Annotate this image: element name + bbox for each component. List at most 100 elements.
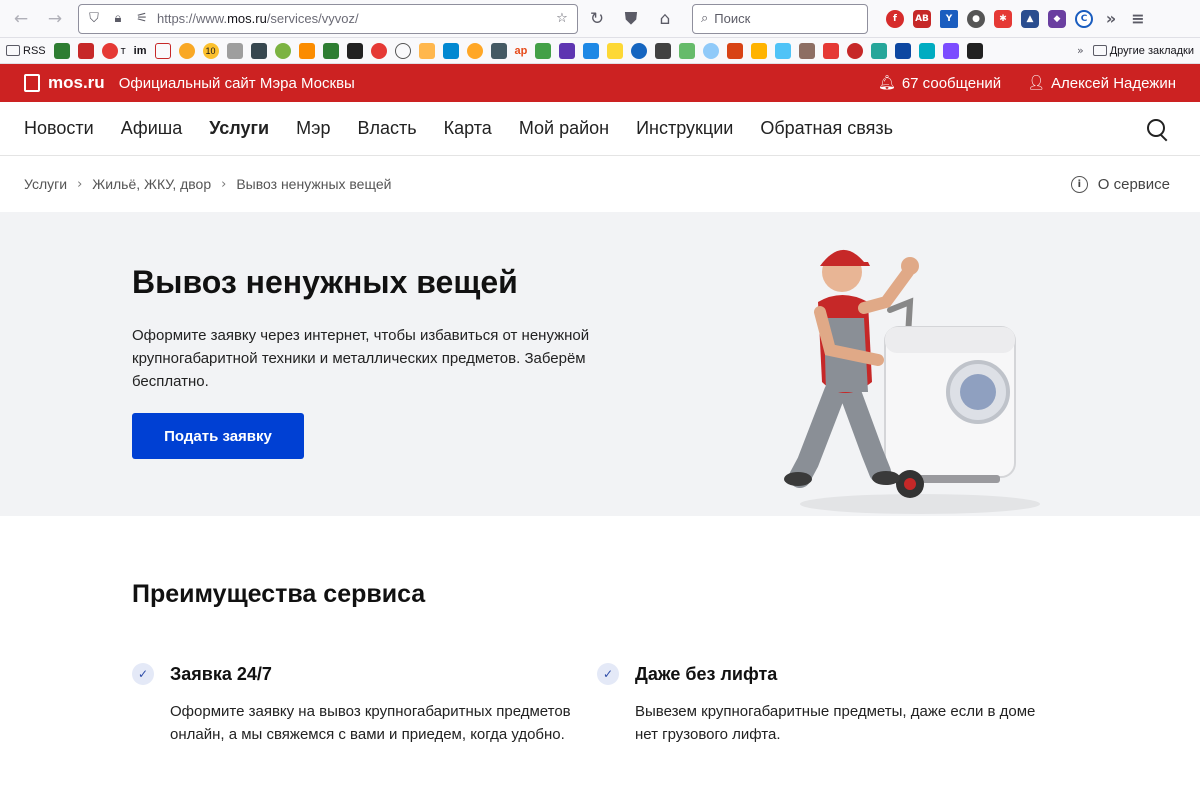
bookmark-icon[interactable] (751, 42, 768, 59)
bookmark-icon[interactable] (703, 42, 720, 59)
nav-item-map[interactable]: Карта (444, 118, 492, 139)
bookmark-icon[interactable] (178, 42, 195, 59)
worker-with-washing-machine-illustration (784, 249, 1040, 514)
bookmark-icon[interactable] (77, 42, 94, 59)
pocket-icon[interactable]: ⛊ (616, 4, 646, 34)
illustration-shadow (800, 494, 1040, 514)
nav-item-my-district[interactable]: Мой район (519, 118, 609, 139)
bookmark-icon[interactable] (322, 42, 339, 59)
bookmark-icon[interactable] (727, 42, 744, 59)
messages-link[interactable]: 🔔︎ 67 сообщений (878, 75, 1001, 92)
bookmark-icon[interactable] (823, 42, 840, 59)
folder-icon (6, 45, 20, 56)
bookmark-icon[interactable] (346, 42, 363, 59)
extension-icon[interactable]: Y (940, 9, 958, 28)
chevron-right-icon: › (77, 176, 83, 192)
bookmark-icon[interactable] (847, 42, 864, 59)
bookmark-icon[interactable] (679, 42, 696, 59)
bookmark-icon[interactable] (490, 42, 507, 59)
extension-icon[interactable]: ● (967, 9, 985, 28)
search-bar[interactable]: ⌕ Поиск (692, 3, 868, 34)
section-heading: Преимущества сервиса (132, 580, 426, 608)
bookmark-icon[interactable] (799, 42, 816, 59)
bookmark-icon[interactable] (967, 42, 984, 59)
bookmark-icon[interactable] (775, 42, 792, 59)
advantage-item: ✓ Даже без лифта Вывезем крупногабаритны… (597, 663, 1062, 746)
advantage-text: Оформите заявку на вывоз крупногабаритны… (170, 703, 571, 743)
globe-icon[interactable] (394, 42, 411, 59)
nav-item-government[interactable]: Власть (357, 118, 416, 139)
bookmark-icon[interactable] (418, 42, 435, 59)
extension-icon[interactable]: C (1075, 9, 1093, 28)
hero-section: Вывоз ненужных вещей Оформите заявку чер… (0, 212, 1200, 516)
extension-icon[interactable]: f (886, 9, 904, 28)
extension-icon[interactable]: ✱ (994, 9, 1012, 28)
bookmark-icon[interactable] (226, 42, 243, 59)
bookmark-icon[interactable] (274, 42, 291, 59)
search-placeholder: Поиск (714, 11, 751, 26)
chevron-right-icon[interactable]: » (1102, 9, 1120, 28)
browser-toolbar: ← → ⛉ 🔒︎ ⚟ https://www.mos.ru/services/v… (0, 0, 1200, 38)
bookmark-icon[interactable] (535, 42, 552, 59)
bookmark-icon[interactable] (943, 42, 960, 59)
bookmark-icon[interactable] (871, 42, 888, 59)
bookmark-icon[interactable] (370, 42, 387, 59)
breadcrumb-item-services[interactable]: Услуги (24, 176, 67, 192)
site-logo[interactable]: mos.ru (24, 73, 105, 93)
nav-item-news[interactable]: Новости (24, 118, 94, 139)
bookmark-other-folder[interactable]: » Другие закладки (1077, 44, 1194, 57)
bookmark-ap[interactable]: ap (515, 45, 528, 57)
search-icon: ⌕ (701, 11, 709, 26)
bookmark-icon[interactable] (559, 42, 576, 59)
star-icon[interactable]: ☆ (553, 11, 571, 26)
menu-icon[interactable]: ≡ (1129, 9, 1147, 28)
back-arrow-icon[interactable]: ← (6, 4, 36, 34)
bookmark-icon[interactable] (53, 42, 70, 59)
nav-item-services[interactable]: Услуги (209, 118, 269, 139)
chevron-right-icon: » (1076, 44, 1084, 57)
bookmark-icon[interactable] (298, 42, 315, 59)
bookmark-icon[interactable] (895, 42, 912, 59)
bookmark-icon[interactable] (250, 42, 267, 59)
bookmark-icon[interactable] (607, 42, 624, 59)
site-title[interactable]: Официальный сайт Мэра Москвы (119, 75, 355, 92)
breadcrumb-item-current: Вывоз ненужных вещей (236, 176, 392, 192)
about-service-link[interactable]: i О сервисе (1070, 175, 1170, 193)
page-title: Вывоз ненужных вещей (132, 264, 518, 300)
search-icon[interactable] (1146, 118, 1168, 140)
forward-arrow-icon[interactable]: → (40, 4, 70, 34)
main-nav: Новости Афиша Услуги Мэр Власть Карта Мо… (0, 102, 1200, 156)
user-profile-link[interactable]: 👤︎ Алексей Надежин (1027, 75, 1176, 92)
breadcrumb-item-housing[interactable]: Жильё, ЖКУ, двор (92, 176, 211, 192)
permissions-icon[interactable]: ⚟ (133, 11, 151, 26)
bookmark-icon[interactable] (442, 42, 459, 59)
reload-icon[interactable]: ↻ (582, 4, 612, 34)
url-text[interactable]: https://www.mos.ru/services/vyvoz/ (157, 11, 547, 26)
address-bar[interactable]: ⛉ 🔒︎ ⚟ https://www.mos.ru/services/vyvoz… (78, 3, 578, 34)
nav-item-instructions[interactable]: Инструкции (636, 118, 733, 139)
bookmark-10[interactable]: 10 (202, 42, 219, 59)
bookmark-icon[interactable] (154, 42, 171, 59)
submit-request-button[interactable]: Подать заявку (132, 413, 304, 459)
nav-item-afisha[interactable]: Афиша (121, 118, 183, 139)
extensions-bar: f AB Y ● ✱ ▲ ◆ C » ≡ (886, 9, 1147, 28)
extension-icon[interactable]: ◆ (1048, 9, 1066, 28)
bookmark-icon[interactable] (919, 42, 936, 59)
worker-leg-left (789, 381, 846, 488)
bookmark-rss[interactable]: RSS (6, 45, 46, 57)
checkmark-icon: ✓ (132, 663, 154, 685)
bookmark-im[interactable]: im (134, 45, 147, 57)
extension-icon[interactable]: AB (913, 9, 931, 28)
shield-icon[interactable]: ⛉ (85, 11, 103, 26)
bookmark-icon[interactable] (631, 42, 648, 59)
nav-item-feedback[interactable]: Обратная связь (760, 118, 893, 139)
lock-icon[interactable]: 🔒︎ (109, 11, 127, 26)
nav-item-mayor[interactable]: Мэр (296, 118, 330, 139)
bookmark-icon[interactable] (466, 42, 483, 59)
bookmark-t[interactable]: т (101, 42, 126, 59)
bookmark-icon[interactable] (583, 42, 600, 59)
advantages-section: Преимущества сервиса ✓ Заявка 24/7 Оформ… (0, 516, 1200, 746)
home-icon[interactable]: ⌂ (650, 4, 680, 34)
extension-icon[interactable]: ▲ (1021, 9, 1039, 28)
bookmark-icon[interactable] (655, 42, 672, 59)
